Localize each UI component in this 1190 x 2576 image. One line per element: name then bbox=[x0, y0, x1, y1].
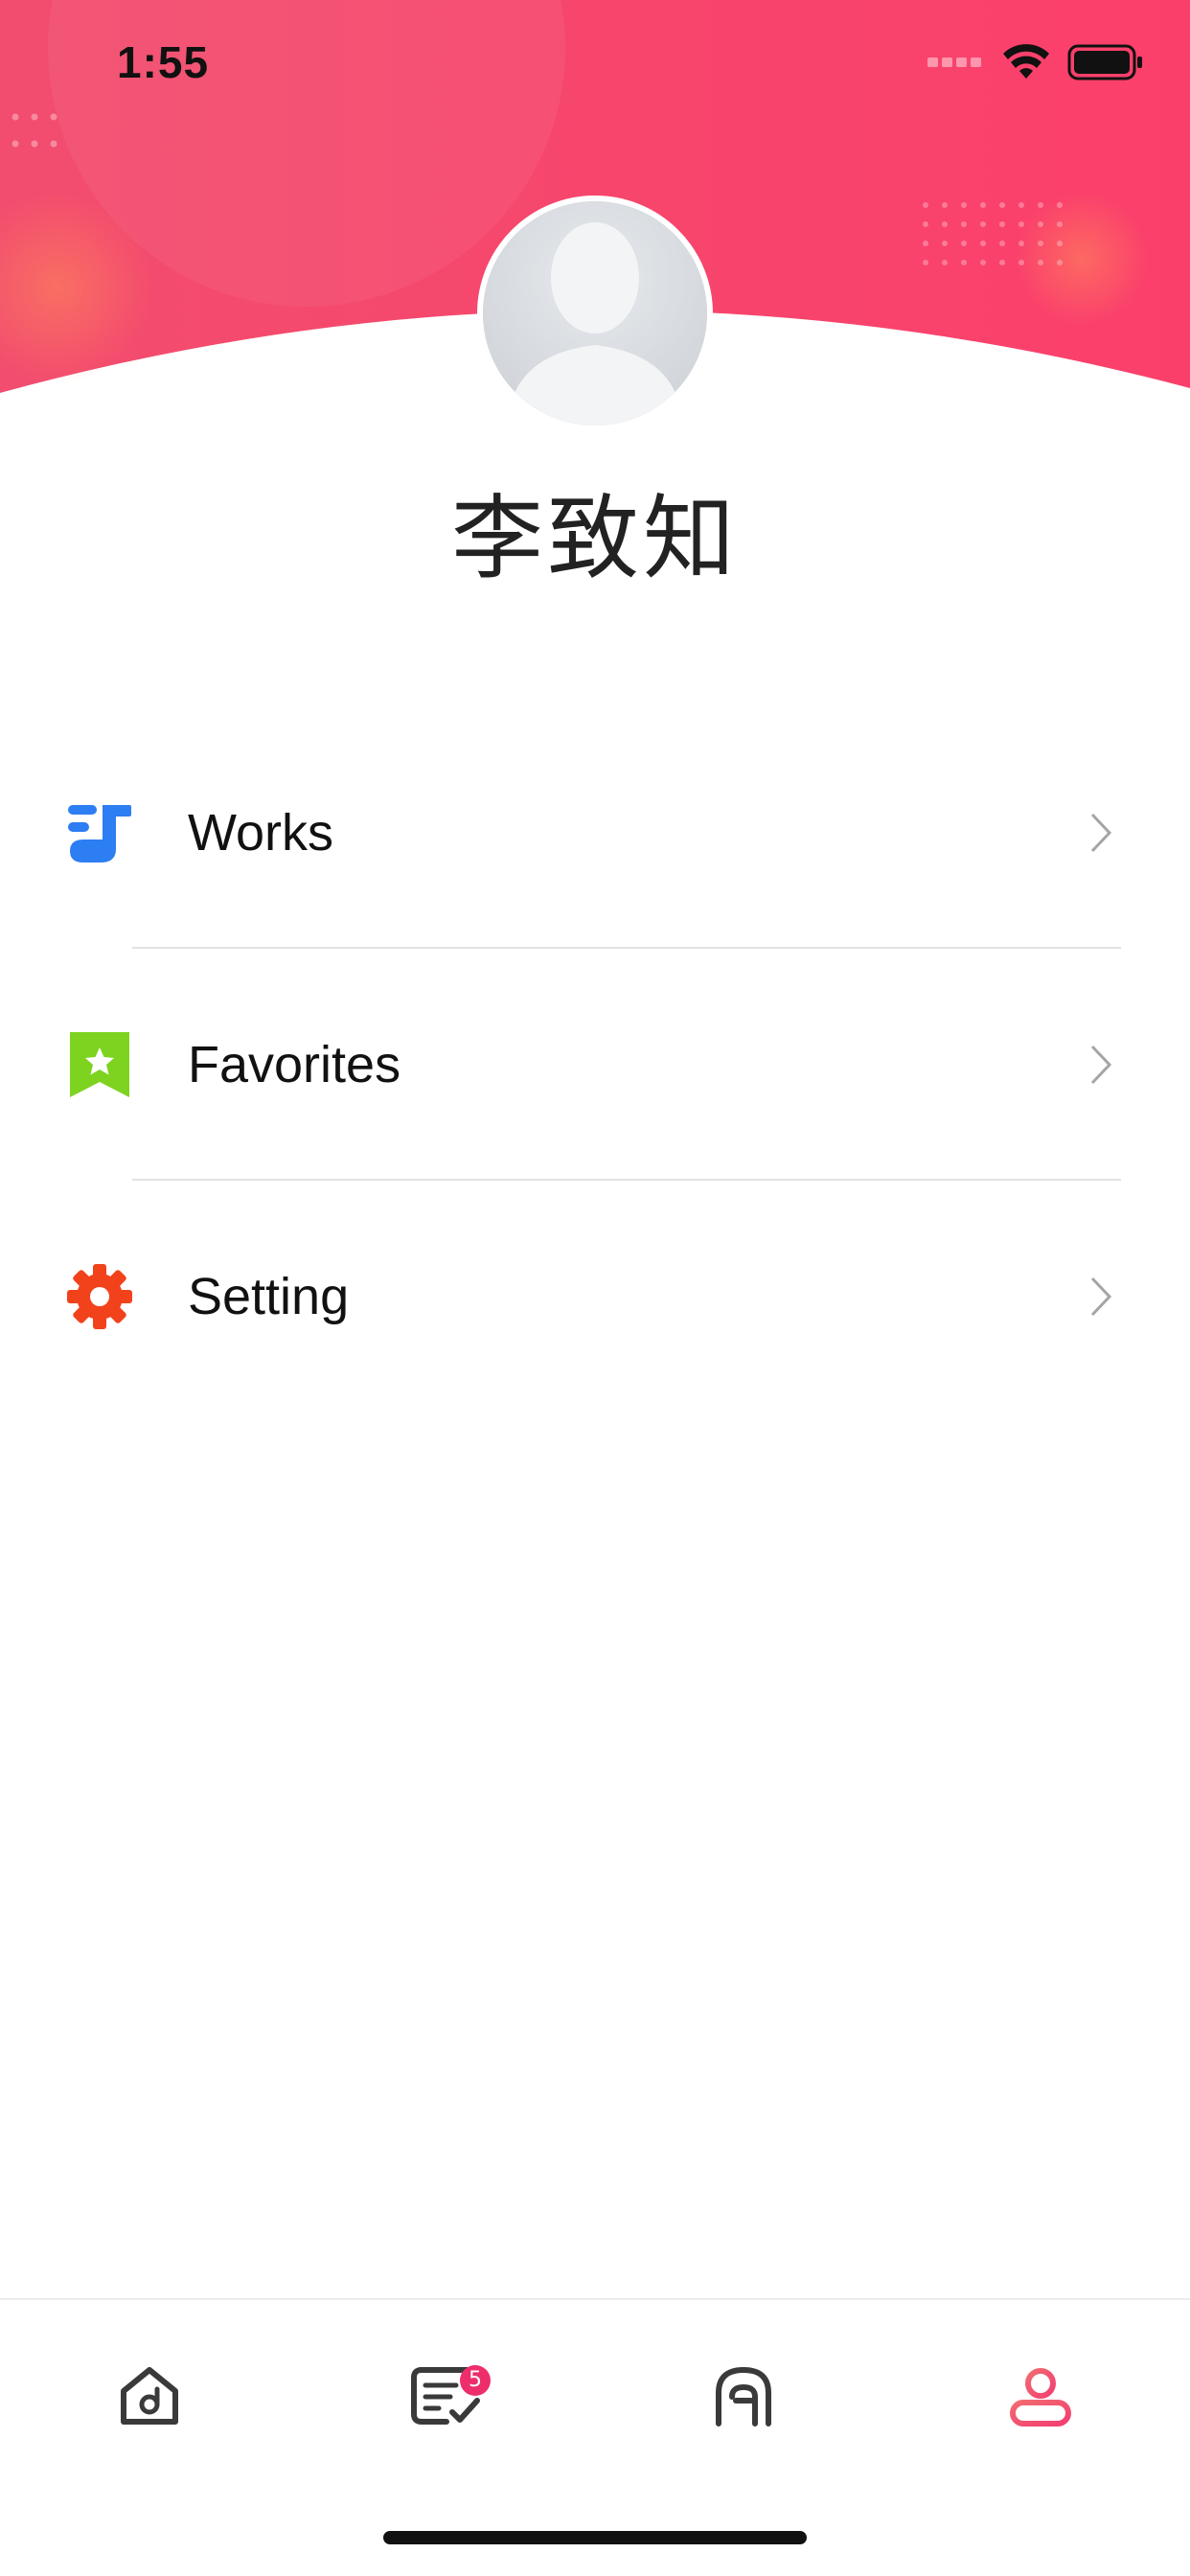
avatar[interactable] bbox=[477, 196, 713, 431]
status-bar: 1:55 bbox=[0, 0, 1190, 125]
tab-home[interactable] bbox=[82, 2338, 217, 2453]
menu-item-label: Works bbox=[188, 804, 334, 862]
user-name: 李致知 bbox=[451, 485, 739, 592]
profile-icon bbox=[1010, 2368, 1071, 2426]
menu-item-works[interactable]: Works bbox=[0, 717, 1190, 949]
menu-list: Works Favorites Setting bbox=[0, 717, 1190, 1413]
profile-screen: 1:55 李致知 Works Favorites Setting 5 bbox=[0, 0, 1190, 2576]
menu-item-setting[interactable]: Setting bbox=[0, 1181, 1190, 1413]
chevron-right-icon bbox=[1090, 1045, 1112, 1085]
arch-icon bbox=[716, 2366, 771, 2426]
chevron-right-icon bbox=[1090, 1276, 1112, 1317]
tab-arch[interactable] bbox=[676, 2338, 811, 2453]
default-avatar-icon bbox=[483, 201, 707, 426]
bookmark-star-icon bbox=[63, 1028, 136, 1101]
menu-item-label: Favorites bbox=[188, 1036, 401, 1093]
notification-badge: 5 bbox=[460, 2365, 491, 2396]
menu-item-favorites[interactable]: Favorites bbox=[0, 949, 1190, 1181]
home-indicator[interactable] bbox=[383, 2531, 807, 2544]
status-time: 1:55 bbox=[117, 37, 210, 87]
gear-icon bbox=[63, 1260, 136, 1333]
wifi-icon bbox=[1003, 44, 1049, 79]
chevron-right-icon bbox=[1090, 813, 1112, 853]
home-icon bbox=[121, 2367, 178, 2425]
music-note-icon bbox=[63, 796, 136, 869]
menu-item-label: Setting bbox=[188, 1268, 350, 1325]
tab-profile[interactable] bbox=[973, 2338, 1108, 2453]
status-icons bbox=[927, 43, 1144, 81]
signal-icon bbox=[927, 58, 981, 67]
tab-tasks[interactable]: 5 bbox=[379, 2338, 514, 2453]
battery-icon bbox=[1067, 44, 1142, 80]
